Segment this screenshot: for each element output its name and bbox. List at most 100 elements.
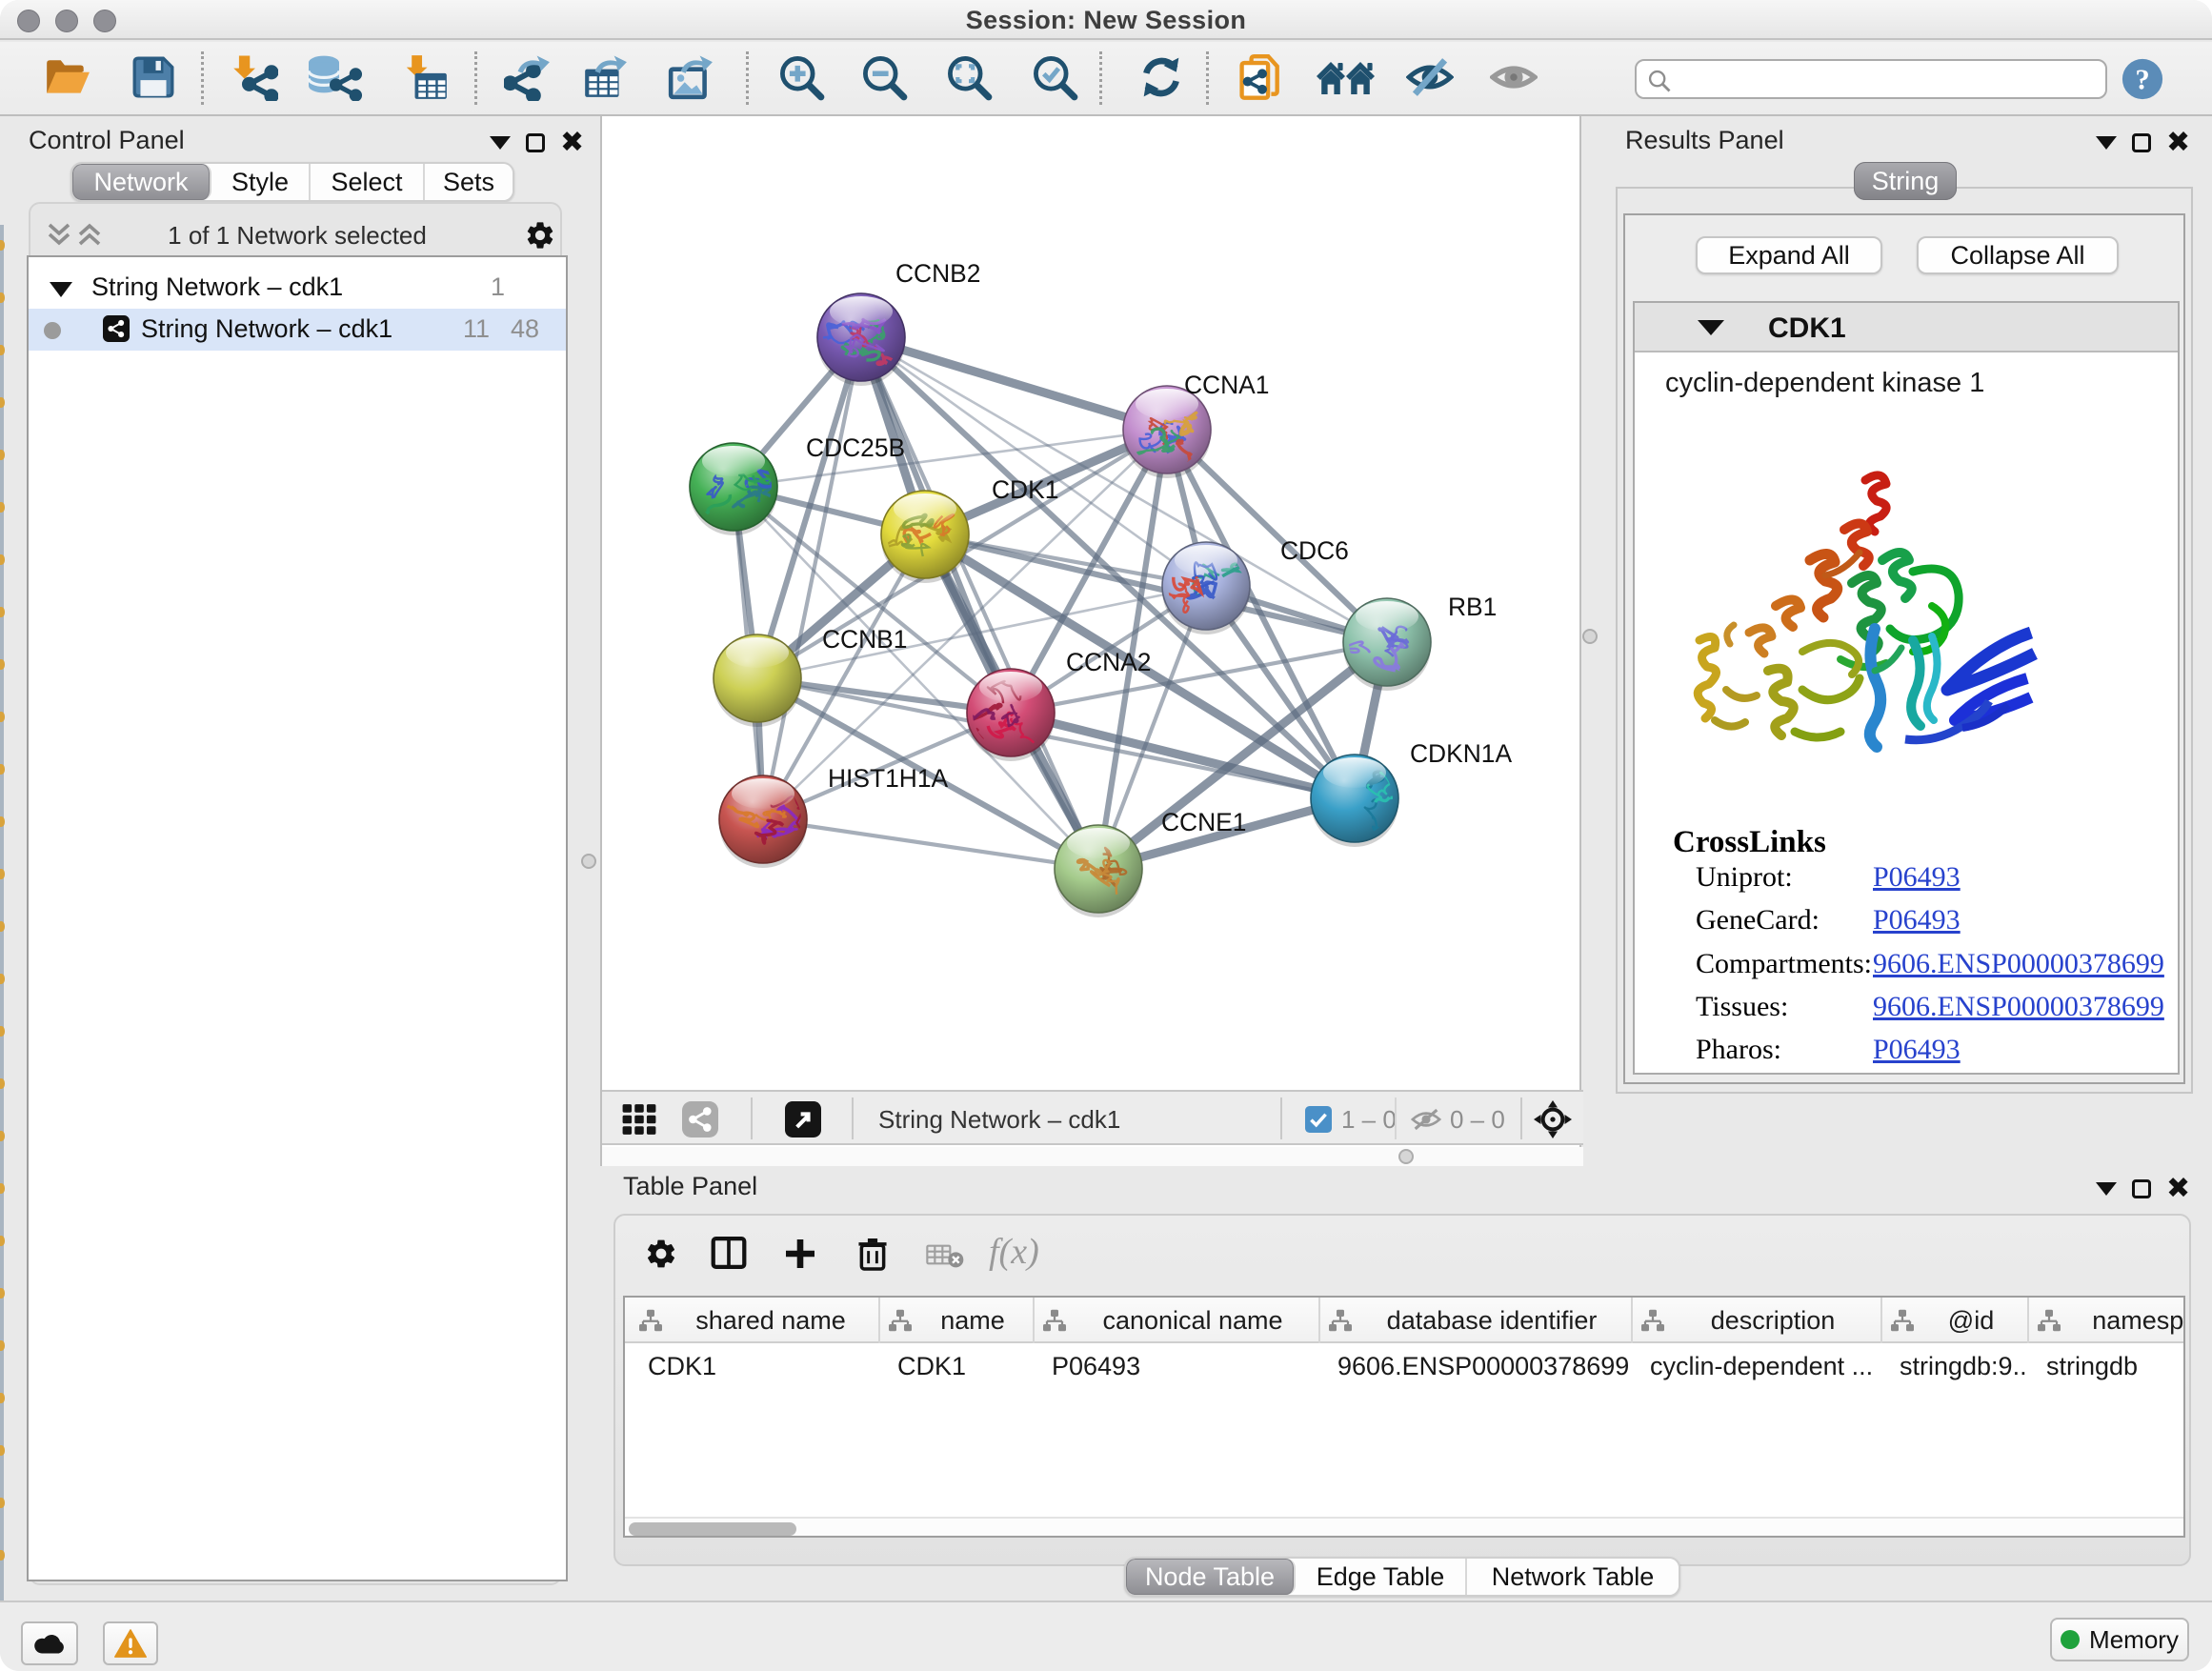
table-cell[interactable]: P06493 — [1035, 1345, 1318, 1387]
show-all-eye-icon[interactable] — [1490, 53, 1538, 101]
desktop-dot — [0, 764, 5, 775]
table-tab-edge-table[interactable]: Edge Table — [1296, 1559, 1467, 1595]
crosslink-source-label: Tissues: — [1696, 991, 1788, 1022]
gene-group-header[interactable]: CDK1 — [1635, 303, 2178, 352]
string-home-icon[interactable] — [1317, 53, 1376, 101]
import-table-icon[interactable] — [402, 53, 450, 101]
desktop-dot — [0, 1498, 5, 1508]
crosslink-link[interactable]: 9606.ENSP00000378699 — [1873, 991, 2164, 1023]
column-header-description[interactable]: description — [1633, 1298, 1882, 1343]
export-image-icon[interactable] — [667, 53, 714, 101]
table-panel-collapse-icon[interactable] — [2096, 1182, 2117, 1196]
search-input[interactable] — [1635, 59, 2107, 99]
network-share-disabled-icon[interactable] — [682, 1101, 718, 1137]
show-columns-icon[interactable] — [711, 1237, 747, 1269]
node-label-CCNB2: CCNB2 — [895, 259, 980, 288]
node-RB1[interactable]: RB1 — [1337, 593, 1497, 691]
import-network-icon[interactable] — [231, 53, 278, 101]
table-cell[interactable]: stringdb — [2029, 1345, 2185, 1387]
network-graph[interactable]: CCNB2CCNA1CDC25BCDK1CDC6RB1CCNB1CCNA2CDK… — [602, 116, 1583, 1090]
save-session-icon[interactable] — [130, 53, 177, 101]
hide-selected-eye-slash-icon[interactable] — [1406, 53, 1454, 101]
results-panel-close-icon[interactable]: ✖ — [2166, 133, 2190, 152]
table-cell[interactable]: CDK1 — [880, 1345, 1033, 1387]
zoom-out-icon[interactable] — [860, 53, 908, 101]
export-table-icon[interactable] — [581, 53, 629, 101]
column-header--id[interactable]: @id — [1882, 1298, 2029, 1343]
node-label-CDC25B: CDC25B — [806, 433, 905, 462]
table-cell[interactable]: stringdb:9... — [1882, 1345, 2027, 1387]
control-panel-tab-select[interactable]: Select — [311, 164, 425, 200]
table-scrollbar-thumb[interactable] — [629, 1522, 796, 1536]
table-cell[interactable]: cyclin-dependent ... — [1633, 1345, 1880, 1387]
results-panel-title: Results Panel — [1625, 126, 1784, 155]
zoom-fit-icon[interactable] — [945, 53, 993, 101]
fit-selected-crosshair-icon[interactable] — [1534, 1100, 1572, 1138]
table-options-gear-icon[interactable] — [644, 1237, 678, 1271]
node-HIST1H1A[interactable]: HIST1H1A — [719, 764, 949, 868]
control-panel-collapse-icon[interactable] — [490, 136, 511, 150]
control-panel-tab-style[interactable]: Style — [211, 164, 311, 200]
selected-checkbox-icon[interactable] — [1305, 1106, 1332, 1133]
create-column-plus-icon[interactable] — [783, 1237, 817, 1271]
control-panel-tab-sets[interactable]: Sets — [425, 164, 513, 200]
horizontal-splitter-handle[interactable] — [1398, 1149, 1414, 1164]
network-toolbar-separator — [1520, 1097, 1522, 1139]
collapse-all-button[interactable]: Collapse All — [1917, 236, 2119, 274]
title-bar: Session: New Session — [0, 0, 2212, 40]
column-header-namespace[interactable]: namespace — [2029, 1298, 2185, 1343]
control-panel-float-icon[interactable] — [526, 133, 545, 152]
control-panel-tab-network[interactable]: Network — [72, 164, 211, 200]
table-cell[interactable]: CDK1 — [631, 1345, 878, 1387]
open-in-new-window-icon[interactable] — [785, 1101, 821, 1137]
table-cell[interactable]: 9606.ENSP00000378699 — [1320, 1345, 1631, 1387]
zoom-selected-icon[interactable] — [1031, 53, 1078, 101]
crosslink-link[interactable]: P06493 — [1873, 904, 1961, 936]
desktop-dot — [0, 1131, 5, 1141]
node-CCNA1[interactable]: CCNA1 — [1123, 371, 1269, 478]
crosslink-row: Tissues:9606.ENSP00000378699 — [1696, 991, 1788, 1023]
column-header-shared-name[interactable]: shared name — [631, 1298, 880, 1343]
protein-structure-image — [1677, 465, 2042, 760]
cloud-button[interactable] — [21, 1621, 78, 1665]
control-panel-close-icon[interactable]: ✖ — [560, 133, 584, 152]
crosslink-link[interactable]: P06493 — [1873, 1034, 1961, 1066]
results-tab-string[interactable]: String — [1854, 162, 1957, 200]
warning-button[interactable] — [103, 1621, 158, 1665]
open-session-icon[interactable] — [43, 53, 90, 101]
memory-label: Memory — [2089, 1625, 2179, 1655]
expand-all-button[interactable]: Expand All — [1696, 236, 1882, 274]
table-panel-float-icon[interactable] — [2132, 1179, 2151, 1198]
clone-network-icon[interactable] — [1237, 53, 1285, 101]
crosslink-link[interactable]: 9606.ENSP00000378699 — [1873, 948, 2164, 980]
table-tab-node-table[interactable]: Node Table — [1126, 1559, 1296, 1595]
left-splitter-handle[interactable] — [581, 854, 596, 869]
birds-eye-grid-icon[interactable] — [621, 1101, 657, 1137]
tree-expanded-icon[interactable] — [50, 282, 72, 297]
export-network-icon[interactable] — [504, 53, 552, 101]
column-header-canonical-name[interactable]: canonical name — [1035, 1298, 1320, 1343]
table-tab-network-table[interactable]: Network Table — [1467, 1559, 1679, 1595]
results-panel-collapse-icon[interactable] — [2096, 136, 2117, 150]
network-row-selected[interactable]: String Network – cdk1 11 48 — [29, 309, 566, 351]
column-header-name[interactable]: name — [880, 1298, 1035, 1343]
import-table-from-database-icon[interactable] — [305, 53, 362, 101]
edge-CCNB2-RB1[interactable] — [861, 337, 1387, 642]
node-CCNB1[interactable]: CCNB1 — [714, 625, 907, 727]
delete-table-icon-disabled — [926, 1244, 964, 1269]
crosslink-link[interactable]: P06493 — [1873, 861, 1961, 894]
memory-button[interactable]: Memory — [2050, 1618, 2189, 1661]
table-horizontal-scrollbar[interactable] — [625, 1517, 2183, 1538]
table-panel-close-icon[interactable]: ✖ — [2166, 1179, 2190, 1198]
desktop-dot — [0, 1550, 5, 1560]
zoom-in-icon[interactable] — [777, 53, 825, 101]
gene-group-expanded-icon[interactable] — [1698, 320, 1724, 335]
network-collection-row[interactable]: String Network – cdk1 1 — [29, 269, 566, 309]
delete-column-trash-icon[interactable] — [857, 1237, 888, 1271]
column-header-database-identifier[interactable]: database identifier — [1320, 1298, 1633, 1343]
node-CDKN1A[interactable]: CDKN1A — [1311, 739, 1512, 847]
refresh-view-icon[interactable] — [1137, 53, 1185, 101]
help-icon[interactable]: ? — [2121, 57, 2164, 101]
network-options-gear-icon[interactable] — [524, 219, 556, 252]
results-panel-float-icon[interactable] — [2132, 133, 2151, 152]
